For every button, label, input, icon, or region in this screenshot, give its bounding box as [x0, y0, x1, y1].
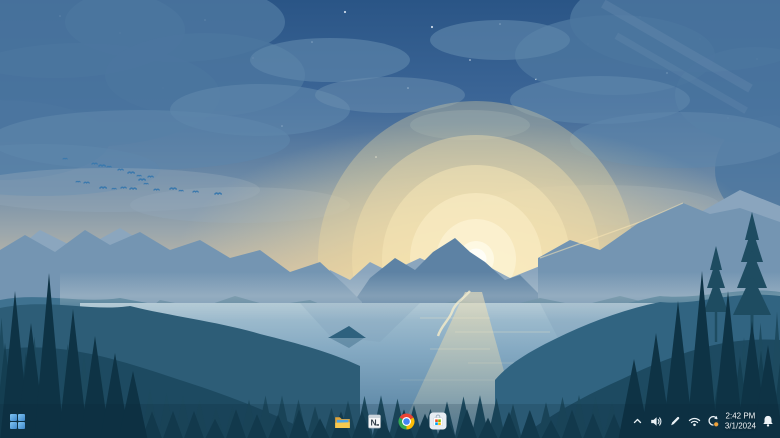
taskbar: N 2:42 PM 3/1/2024 [0, 404, 780, 438]
chevron-up-icon [633, 418, 642, 424]
taskbar-app-file-explorer[interactable] [331, 410, 353, 432]
pen-icon [671, 416, 680, 425]
bell-icon [762, 415, 773, 427]
notepad-icon: N [367, 414, 381, 428]
taskbar-app-microsoft-store[interactable] [427, 410, 449, 432]
volume-button[interactable] [649, 412, 664, 430]
svg-text:N: N [370, 417, 376, 427]
taskbar-clock[interactable]: 2:42 PM 3/1/2024 [725, 412, 756, 431]
sync-icon [708, 415, 720, 428]
notifications-button[interactable] [760, 412, 775, 430]
wifi-icon [688, 417, 701, 426]
clock-time: 2:42 PM [725, 411, 756, 421]
microsoft-store-icon [429, 412, 447, 430]
hidden-icons-button[interactable] [630, 412, 645, 430]
sync-status-badge [713, 421, 720, 428]
taskbar-app-chrome[interactable] [395, 410, 417, 432]
taskbar-apps: N [331, 410, 449, 432]
network-button[interactable] [687, 412, 702, 430]
sync-button[interactable] [706, 412, 721, 430]
taskbar-app-notepad[interactable]: N [363, 410, 385, 432]
windows-logo-icon [9, 413, 25, 429]
clock-date: 3/1/2024 [724, 421, 756, 430]
wallpaper-image [0, 0, 780, 438]
start-button[interactable] [6, 410, 28, 432]
file-explorer-icon [334, 416, 350, 428]
volume-icon [651, 416, 662, 426]
pen-button[interactable] [668, 412, 683, 430]
system-tray: 2:42 PM 3/1/2024 [630, 412, 775, 431]
desktop: N 2:42 PM 3/1/2024 [0, 0, 780, 438]
chrome-icon [397, 412, 415, 429]
